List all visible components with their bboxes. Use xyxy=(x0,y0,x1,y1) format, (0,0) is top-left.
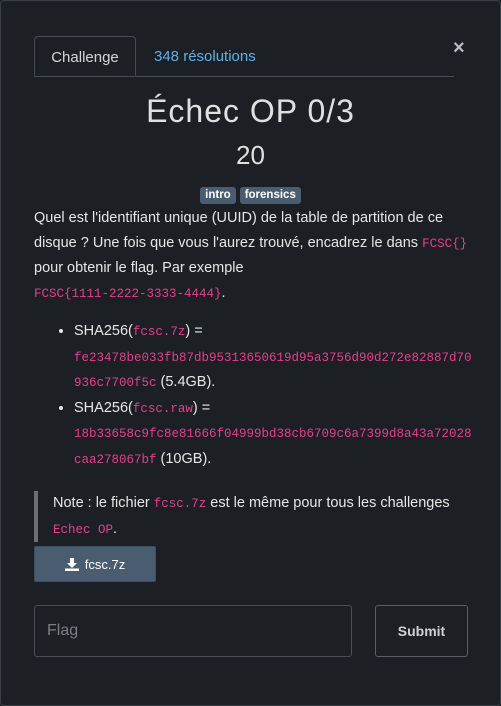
inline-code: fcsc.raw xyxy=(132,401,193,416)
list-item: SHA256(fcsc.7z) = fe23478be033fb87db9531… xyxy=(74,319,474,396)
hash-value: fe23478be033fb87db95313650619d95a3756d90… xyxy=(74,350,472,391)
challenge-modal: × Challenge 348 résolutions Échec OP 0/3… xyxy=(0,0,501,706)
inline-code: FCSC{} xyxy=(422,236,468,251)
download-icon xyxy=(64,557,79,571)
description-text: . xyxy=(221,284,226,301)
close-icon[interactable]: × xyxy=(453,38,469,58)
tab-solves[interactable]: 348 résolutions xyxy=(154,36,256,76)
inline-code: fcsc.7z xyxy=(132,325,186,339)
challenge-value: 20 xyxy=(236,140,265,170)
modal-tabs: Challenge 348 résolutions xyxy=(34,36,454,77)
inline-code: fcsc.7z xyxy=(153,497,207,511)
tab-challenge[interactable]: Challenge xyxy=(34,36,136,76)
tag-badge: forensics xyxy=(239,187,301,204)
hash-size: (5.4GB). xyxy=(156,374,216,390)
hash-mid: ) = xyxy=(192,399,211,416)
download-button[interactable]: fcsc.7z xyxy=(34,546,156,582)
note-text: Note : le fichier xyxy=(53,495,154,511)
note-text: est le même pour tous les challenges xyxy=(206,495,450,511)
inline-code: FCSC{1111-2222-3333-4444} xyxy=(34,286,222,301)
hash-list: SHA256(fcsc.7z) = fe23478be033fb87db9531… xyxy=(34,319,474,472)
hash-prefix: SHA256( xyxy=(74,323,133,339)
hash-value: 18b33658c9fc8e81666f04999bd38cb6709c6a73… xyxy=(74,427,472,467)
list-item: SHA256(fcsc.raw) = 18b33658c9fc8e81666f0… xyxy=(74,396,474,473)
challenge-tags: intro forensics xyxy=(1,187,500,204)
flag-input[interactable] xyxy=(34,605,352,657)
description-paragraph: Quel est l'identifiant unique (UUID) de … xyxy=(34,206,474,306)
note-blockquote: Note : le fichier fcsc.7z est le même po… xyxy=(34,491,474,542)
description-text: Quel est l'identifiant unique (UUID) de … xyxy=(34,210,444,251)
hash-size: (10GB). xyxy=(156,450,212,467)
inline-code: Echec OP xyxy=(53,522,114,537)
description-text: pour obtenir le flag. Par exemple xyxy=(34,260,244,276)
challenge-title: Échec OP 0/3 xyxy=(146,93,355,129)
download-label: fcsc.7z xyxy=(84,556,126,572)
hash-prefix: SHA256( xyxy=(74,399,133,416)
tag-badge: intro xyxy=(200,187,236,204)
challenge-description: Quel est l'identifiant unique (UUID) de … xyxy=(34,206,474,542)
note-text: . xyxy=(113,520,118,537)
hash-mid: ) = xyxy=(185,323,203,339)
submit-button[interactable]: Submit xyxy=(375,605,468,657)
